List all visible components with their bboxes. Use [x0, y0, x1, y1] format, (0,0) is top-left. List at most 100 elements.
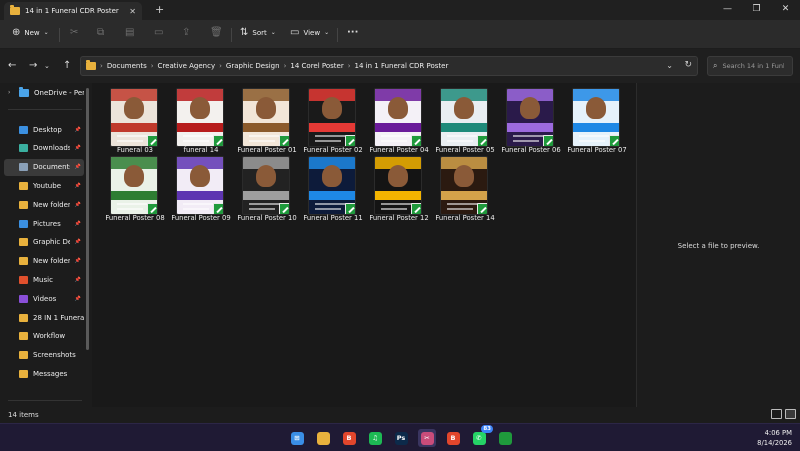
sidebar-item-new-folder-2[interactable]: New folder (2 📌	[4, 196, 84, 213]
share-button[interactable]: ⇪	[182, 27, 190, 38]
sidebar-item-28-in-1-funeral-f[interactable]: 28 IN 1 Funeral F	[4, 309, 84, 326]
expand-chevron-icon[interactable]: ›	[8, 89, 10, 96]
sort-button[interactable]: ⇅ Sort ⌄	[240, 27, 276, 38]
sidebar-item-videos[interactable]: Videos 📌	[4, 290, 84, 307]
system-clock[interactable]: 4:06 PM 8/14/2026	[757, 428, 792, 448]
sidebar-scrollbar[interactable]	[86, 88, 89, 350]
chevron-right-icon[interactable]: ›	[219, 62, 222, 70]
pin-icon: 📌	[74, 164, 81, 171]
recent-locations-button[interactable]: ⌄	[44, 62, 50, 70]
file-item[interactable]: Funeral Poster 14	[434, 153, 496, 222]
videos-icon	[19, 294, 28, 303]
new-tab-button[interactable]: +	[155, 3, 164, 16]
breadcrumb-graphic-design[interactable]: Graphic Design	[226, 62, 280, 70]
sidebar-item-music[interactable]: Music 📌	[4, 271, 84, 288]
search-box[interactable]: ⌕	[707, 56, 793, 76]
new-button[interactable]: ⊕ New ⌄	[12, 27, 49, 38]
sidebar-item-messages[interactable]: Messages	[4, 365, 84, 382]
whatsapp-icon[interactable]: ✆ 83	[470, 425, 493, 447]
delete-button[interactable]: 🗑	[210, 27, 223, 38]
chevron-right-icon[interactable]: ›	[348, 62, 351, 70]
file-item[interactable]: Funeral Poster 02	[302, 85, 364, 154]
thumbnail-text-line	[447, 208, 473, 210]
app-glyph: B	[446, 431, 460, 445]
sidebar-item-workflow[interactable]: Workflow	[4, 328, 84, 345]
tab-current-folder[interactable]: 14 in 1 Funeral CDR Poster ✕	[4, 2, 142, 20]
sidebar-item-graphic-desig[interactable]: Graphic Desig 📌	[4, 234, 84, 251]
spotify-icon[interactable]: ♫	[366, 429, 384, 447]
window-controls: — ❐ ✕	[713, 0, 800, 20]
snipping-tool-icon[interactable]: ✂	[418, 429, 436, 447]
file-item[interactable]: Funeral Poster 07	[566, 85, 628, 154]
back-button[interactable]: ←	[8, 60, 16, 71]
file-item[interactable]: Funeral Poster 01	[236, 85, 298, 154]
file-thumbnail	[375, 89, 421, 146]
file-name: Funeral Poster 08	[105, 214, 165, 222]
thumbnail-text-line	[381, 203, 415, 205]
sidebar-item-screenshots[interactable]: Screenshots	[4, 347, 84, 364]
sidebar-item-label: Workflow	[33, 332, 66, 341]
file-item[interactable]: funeral 14	[170, 85, 232, 154]
app-glyph: Ps	[394, 431, 408, 445]
sidebar-item-desktop[interactable]: Desktop 📌	[4, 121, 84, 138]
sidebar-item-new-folder[interactable]: New folder 📌	[4, 253, 84, 270]
brave-icon[interactable]: B	[340, 429, 358, 447]
portrait-image	[124, 97, 144, 119]
thumbnail-text-line	[315, 203, 349, 205]
coreldraw-icon[interactable]	[496, 429, 514, 447]
refresh-icon[interactable]: ↻	[684, 60, 692, 70]
app-glyph	[498, 431, 512, 445]
close-window-button[interactable]: ✕	[771, 0, 800, 20]
more-options-button[interactable]: ···	[347, 27, 358, 38]
file-thumbnail	[573, 89, 619, 146]
sidebar-item-label: Screenshots	[33, 351, 76, 360]
chevron-right-icon[interactable]: ›	[151, 62, 154, 70]
photoshop-icon[interactable]: Ps	[392, 429, 410, 447]
address-history-icon[interactable]: ⌄	[666, 61, 673, 70]
paste-button[interactable]: ▤	[125, 27, 134, 38]
breadcrumb-14-corel-poster[interactable]: 14 Corel Poster	[290, 62, 343, 70]
desktop-icon	[19, 125, 28, 134]
breadcrumb-creative-agency[interactable]: Creative Agency	[158, 62, 216, 70]
notification-badge: 83	[481, 425, 493, 433]
details-view-button[interactable]	[771, 409, 782, 419]
minimize-button[interactable]: —	[713, 0, 742, 20]
file-item[interactable]: Funeral Poster 04	[368, 85, 430, 154]
rename-button[interactable]: ▭	[154, 27, 163, 38]
coreldraw-file-icon	[477, 135, 487, 146]
copy-button[interactable]: ⧉	[97, 27, 104, 38]
brave-icon[interactable]: B	[444, 429, 462, 447]
breadcrumb-documents[interactable]: Documents	[107, 62, 147, 70]
file-item[interactable]: Funeral Poster 10	[236, 153, 298, 222]
app-glyph: ♫	[368, 431, 382, 445]
layout-switcher	[771, 409, 796, 419]
file-explorer-icon[interactable]	[314, 429, 332, 447]
file-item[interactable]: Funeral Poster 09	[170, 153, 232, 222]
chevron-right-icon[interactable]: ›	[284, 62, 287, 70]
view-button[interactable]: ▭ View ⌄	[290, 27, 329, 38]
sidebar-item-youtube[interactable]: Youtube 📌	[4, 177, 84, 194]
sidebar-item-pictures[interactable]: Pictures 📌	[4, 215, 84, 232]
search-input[interactable]	[722, 62, 785, 70]
maximize-button[interactable]: ❐	[742, 0, 771, 20]
breadcrumb-current-folder[interactable]: 14 in 1 Funeral CDR Poster	[355, 62, 449, 70]
address-bar[interactable]: › Documents › Creative Agency › Graphic …	[80, 56, 698, 76]
sidebar-item-onedrive[interactable]: › OneDrive - Perso	[4, 84, 84, 101]
large-icons-view-button[interactable]	[785, 409, 796, 419]
file-item[interactable]: Funeral Poster 05	[434, 85, 496, 154]
up-button[interactable]: ↑	[63, 60, 71, 71]
cut-button[interactable]: ✂	[70, 27, 78, 38]
sidebar-item-documents[interactable]: Documents 📌	[4, 158, 84, 176]
file-item[interactable]: Funeral 03	[104, 85, 166, 154]
thumbnail-text-line	[183, 135, 217, 137]
sidebar-item-downloads[interactable]: Downloads 📌	[4, 140, 84, 157]
close-tab-icon[interactable]: ✕	[129, 7, 136, 16]
file-thumbnail	[177, 157, 223, 214]
windows-start-icon[interactable]: ⊞	[288, 429, 306, 447]
file-item[interactable]: Funeral Poster 12	[368, 153, 430, 222]
thumbnail-band	[375, 191, 421, 200]
file-item[interactable]: Funeral Poster 06	[500, 85, 562, 154]
forward-button[interactable]: →	[29, 60, 37, 71]
file-item[interactable]: Funeral Poster 11	[302, 153, 364, 222]
file-item[interactable]: Funeral Poster 08	[104, 153, 166, 222]
